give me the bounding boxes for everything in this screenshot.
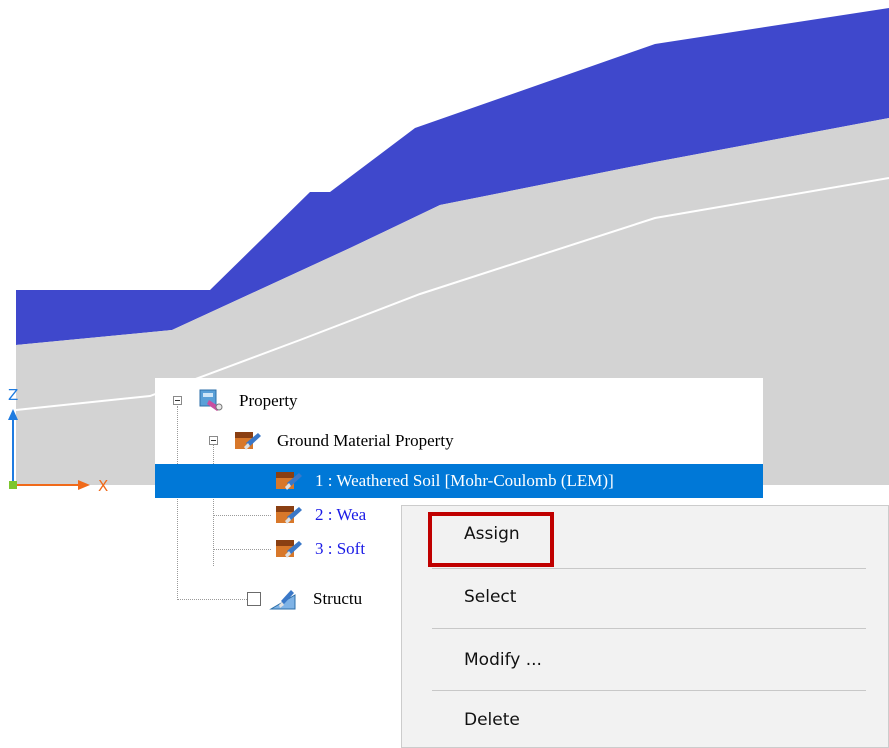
menu-item-select[interactable]: Select xyxy=(464,587,516,607)
tree-node-label: 1 : Weathered Soil [Mohr-Coulomb (LEM)] xyxy=(315,471,614,490)
menu-item-assign[interactable]: Assign xyxy=(464,524,520,544)
context-menu: Assign Select Modify ... Delete xyxy=(401,505,889,748)
x-axis-label: X xyxy=(98,477,108,495)
menu-separator xyxy=(432,568,866,569)
menu-item-delete[interactable]: Delete xyxy=(464,710,520,730)
menu-separator xyxy=(432,690,866,691)
tree-node-label: Property xyxy=(239,391,298,410)
collapse-toggle-icon[interactable] xyxy=(209,436,218,445)
tree-node-label: Structu xyxy=(313,589,363,608)
structure-checkbox[interactable] xyxy=(247,592,261,606)
property-icon xyxy=(199,389,223,411)
collapse-toggle-icon[interactable] xyxy=(173,396,182,405)
tree-node-label: 3 : Soft xyxy=(315,539,366,558)
z-axis-label: Z xyxy=(8,386,18,404)
tree-node-ground-material-property[interactable]: Ground Material Property xyxy=(155,424,763,458)
menu-item-modify[interactable]: Modify ... xyxy=(464,650,542,670)
structure-icon xyxy=(269,590,296,610)
material-icon xyxy=(276,472,302,490)
tree-node-label: 2 : Wea xyxy=(315,505,367,524)
tree-node-label: Ground Material Property xyxy=(277,431,454,450)
material-icon xyxy=(276,540,302,558)
menu-separator xyxy=(432,628,866,629)
tree-node-property[interactable]: Property xyxy=(155,384,763,418)
tree-node-material-1[interactable]: 1 : Weathered Soil [Mohr-Coulomb (LEM)] xyxy=(155,464,763,498)
material-icon xyxy=(235,432,261,450)
origin-marker xyxy=(9,481,17,489)
material-icon xyxy=(276,506,302,524)
